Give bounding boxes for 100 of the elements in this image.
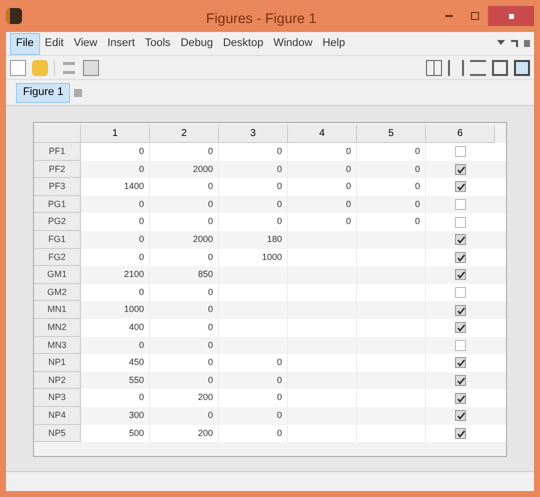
checkbox[interactable] bbox=[455, 164, 466, 175]
checkbox[interactable] bbox=[455, 410, 466, 422]
columns-layout-icon[interactable] bbox=[448, 60, 464, 76]
row-header: NP4 bbox=[34, 406, 81, 424]
table-cell: 0 bbox=[414, 181, 420, 192]
table-cell: 0 bbox=[208, 374, 213, 385]
menu-item[interactable]: Debug bbox=[176, 32, 218, 54]
close-button[interactable] bbox=[488, 6, 534, 26]
table-cell: 2000 bbox=[192, 164, 213, 174]
table-cell: 0 bbox=[208, 181, 213, 192]
menu-item[interactable]: Insert bbox=[102, 32, 140, 54]
table-cell: 0 bbox=[346, 164, 351, 174]
table-cell: 0 bbox=[276, 198, 282, 209]
table-cell: 0 bbox=[208, 340, 213, 350]
maximize-layout-icon[interactable] bbox=[514, 60, 530, 76]
table-cell: 300 bbox=[128, 410, 144, 420]
row-header: NP5 bbox=[34, 424, 81, 442]
menu-item[interactable]: Tools bbox=[140, 32, 176, 54]
checkbox[interactable] bbox=[455, 322, 466, 334]
row-header: NP1 bbox=[34, 354, 81, 372]
table-cell: 2000 bbox=[192, 234, 213, 244]
menu-item[interactable]: View bbox=[68, 32, 102, 54]
table-cell: 0 bbox=[138, 392, 144, 402]
table-cell: 0 bbox=[208, 198, 213, 209]
table-cell: 1000 bbox=[124, 304, 144, 314]
row-header: NP2 bbox=[34, 372, 81, 390]
row-header: PG2 bbox=[34, 213, 81, 231]
undock-icon[interactable] bbox=[511, 40, 518, 47]
checkbox[interactable] bbox=[455, 146, 466, 158]
grid-layout-icon[interactable] bbox=[426, 60, 442, 76]
table-cell: 0 bbox=[276, 357, 282, 368]
menu-item[interactable]: Desktop bbox=[218, 32, 268, 54]
float-icon[interactable] bbox=[492, 60, 508, 76]
table-cell: 0 bbox=[138, 252, 144, 262]
menu-item[interactable]: Edit bbox=[40, 32, 69, 54]
table-cell: 0 bbox=[208, 286, 213, 297]
new-file-icon[interactable] bbox=[10, 60, 26, 76]
table-cell: 0 bbox=[208, 146, 213, 156]
table-cell: 1400 bbox=[124, 181, 144, 192]
table-cell: 0 bbox=[276, 181, 282, 192]
column-header: 5 bbox=[357, 125, 426, 143]
table-cell: 400 bbox=[128, 322, 144, 332]
table-cell: 0 bbox=[138, 340, 144, 350]
column-header: 4 bbox=[288, 125, 357, 143]
menu-item[interactable]: Help bbox=[317, 32, 350, 54]
table-cell: 550 bbox=[128, 374, 144, 385]
checkbox[interactable] bbox=[455, 181, 466, 192]
checkbox[interactable] bbox=[455, 340, 466, 351]
checkbox[interactable] bbox=[455, 199, 466, 210]
row-header: NP3 bbox=[34, 389, 81, 407]
row-header: GM2 bbox=[34, 284, 81, 302]
table-cell: 0 bbox=[138, 146, 144, 156]
checkbox[interactable] bbox=[455, 234, 466, 246]
table-cell: 0 bbox=[138, 198, 144, 209]
table-cell: 0 bbox=[138, 286, 144, 297]
table-cell: 0 bbox=[138, 234, 144, 244]
table-cell: 500 bbox=[128, 428, 144, 438]
checkbox[interactable] bbox=[455, 392, 466, 404]
table-cell: 0 bbox=[276, 374, 282, 385]
checkbox[interactable] bbox=[455, 428, 466, 439]
table-cell: 200 bbox=[198, 428, 213, 438]
checkbox[interactable] bbox=[455, 216, 466, 228]
menu-item[interactable]: Window bbox=[268, 32, 318, 54]
dropdown-arrow-icon[interactable] bbox=[497, 40, 505, 45]
window-title: Figures - Figure 1 bbox=[206, 9, 316, 28]
row-header: FG2 bbox=[34, 248, 81, 266]
checkbox[interactable] bbox=[455, 357, 466, 368]
rows-layout-icon[interactable] bbox=[470, 60, 486, 76]
table-cell: 0 bbox=[276, 428, 282, 438]
table-cell: 0 bbox=[414, 198, 420, 209]
checkbox[interactable] bbox=[455, 252, 466, 263]
row-header: MN3 bbox=[34, 336, 81, 354]
table-cell: 0 bbox=[276, 392, 282, 402]
table-cell: 850 bbox=[198, 269, 213, 280]
table-cell: 0 bbox=[276, 164, 282, 174]
column-header: 6 bbox=[426, 125, 495, 143]
checkbox[interactable] bbox=[455, 287, 466, 298]
table-cell: 0 bbox=[414, 216, 420, 226]
table-cell: 0 bbox=[138, 216, 144, 226]
checkbox[interactable] bbox=[455, 269, 466, 280]
checkbox[interactable] bbox=[455, 304, 466, 316]
row-header: PF1 bbox=[34, 143, 81, 161]
table-cell: 1000 bbox=[262, 252, 282, 262]
table-cell: 450 bbox=[128, 357, 144, 368]
row-header: FG1 bbox=[34, 230, 81, 249]
figure-tab[interactable]: Figure 1 bbox=[16, 82, 70, 102]
row-header: PF3 bbox=[34, 178, 81, 196]
table-cell: 0 bbox=[414, 146, 420, 156]
menu-item[interactable]: File bbox=[10, 32, 40, 54]
table-cell: 200 bbox=[198, 392, 213, 402]
row-header: PG1 bbox=[34, 196, 81, 214]
checkbox[interactable] bbox=[455, 375, 466, 386]
panel-icon[interactable] bbox=[83, 60, 99, 76]
table-cell: 0 bbox=[346, 198, 351, 209]
table-cell: 0 bbox=[138, 164, 144, 174]
table-cell: 0 bbox=[208, 322, 213, 332]
table-cell: 0 bbox=[346, 181, 351, 192]
table-cell: 0 bbox=[208, 252, 213, 262]
row-header: GM1 bbox=[34, 266, 81, 284]
column-header: 1 bbox=[81, 125, 150, 143]
